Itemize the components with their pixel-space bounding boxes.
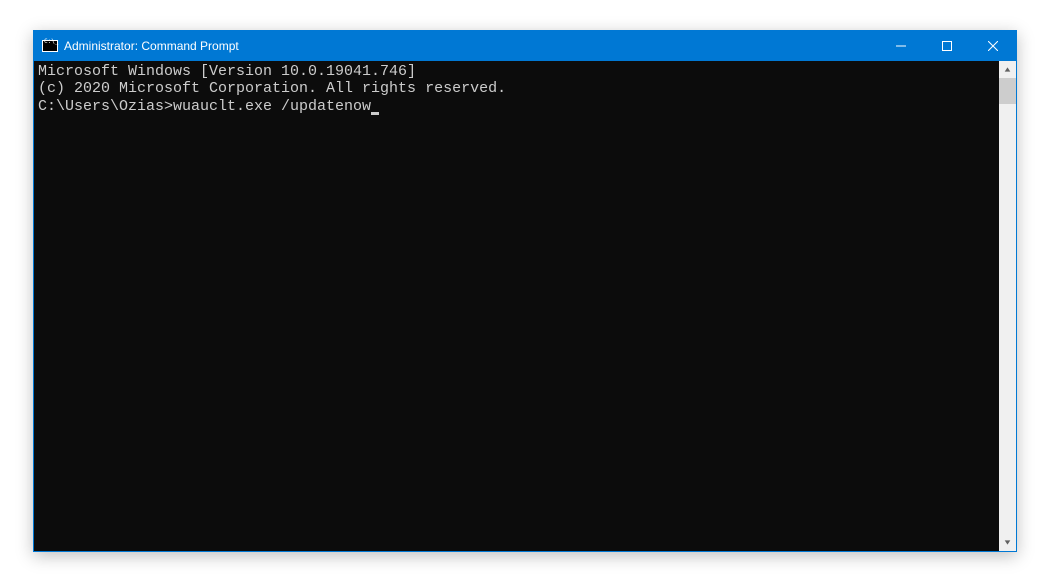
cursor — [371, 112, 379, 115]
minimize-button[interactable] — [878, 31, 924, 61]
terminal-content[interactable]: Microsoft Windows [Version 10.0.19041.74… — [34, 61, 999, 551]
scroll-down-button[interactable] — [999, 534, 1016, 551]
prompt-line: C:\Users\Ozias>wuauclt.exe /updatenow — [38, 98, 995, 115]
cmd-icon — [42, 40, 58, 52]
scroll-track[interactable] — [999, 78, 1016, 534]
title-bar[interactable]: Administrator: Command Prompt — [34, 31, 1016, 61]
close-button[interactable] — [970, 31, 1016, 61]
window-controls — [878, 31, 1016, 61]
window-title: Administrator: Command Prompt — [64, 39, 878, 53]
copyright-line: (c) 2020 Microsoft Corporation. All righ… — [38, 80, 995, 97]
version-line: Microsoft Windows [Version 10.0.19041.74… — [38, 63, 995, 80]
command-prompt-window: Administrator: Command Prompt Microsoft … — [33, 30, 1017, 552]
command-text: wuauclt.exe /updatenow — [173, 98, 371, 115]
maximize-button[interactable] — [924, 31, 970, 61]
scroll-thumb[interactable] — [999, 78, 1016, 104]
vertical-scrollbar[interactable] — [999, 61, 1016, 551]
prompt-text: C:\Users\Ozias> — [38, 98, 173, 115]
terminal-body: Microsoft Windows [Version 10.0.19041.74… — [34, 61, 1016, 551]
scroll-up-button[interactable] — [999, 61, 1016, 78]
